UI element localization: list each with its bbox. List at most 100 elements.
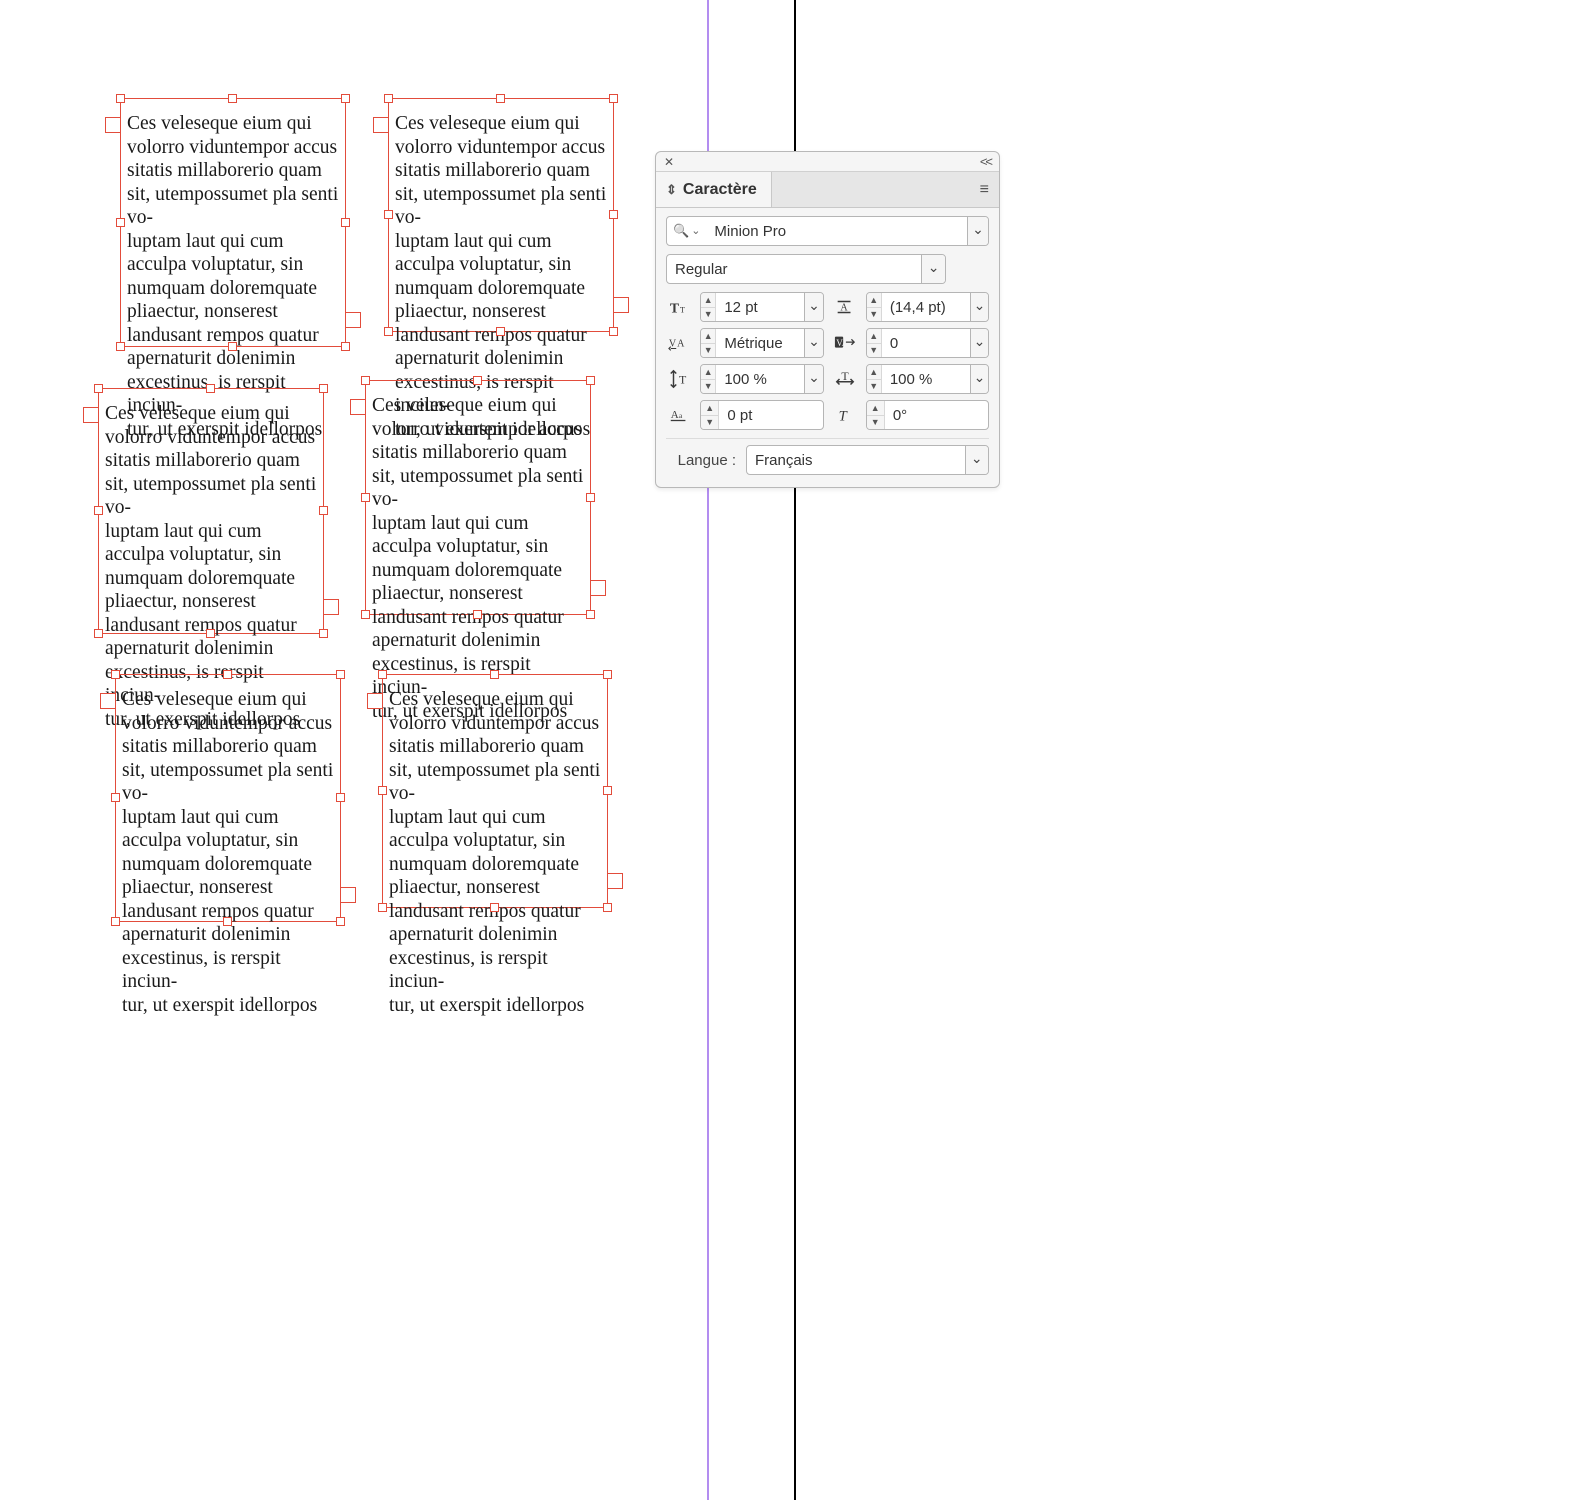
resize-handle[interactable] bbox=[228, 94, 237, 103]
resize-handle[interactable] bbox=[341, 94, 350, 103]
dropdown-icon[interactable] bbox=[967, 217, 988, 245]
font-family-field[interactable] bbox=[666, 216, 989, 246]
panel-titlebar[interactable] bbox=[656, 152, 999, 172]
character-panel[interactable]: Caractère TT ▲▼ bbox=[655, 151, 1000, 488]
resize-handle[interactable] bbox=[384, 210, 393, 219]
resize-handle[interactable] bbox=[586, 376, 595, 385]
resize-handle[interactable] bbox=[336, 670, 345, 679]
resize-handle[interactable] bbox=[223, 670, 232, 679]
resize-handle[interactable] bbox=[319, 506, 328, 515]
resize-handle[interactable] bbox=[361, 610, 370, 619]
tracking-field[interactable]: ▲▼ bbox=[866, 328, 990, 358]
search-icon[interactable] bbox=[667, 223, 706, 239]
expand-icon[interactable] bbox=[666, 181, 677, 199]
resize-handle[interactable] bbox=[111, 917, 120, 926]
text-frame[interactable]: Ces veleseque eium qui volorro viduntemp… bbox=[365, 380, 591, 615]
text-frame[interactable]: Ces veleseque eium qui volorro viduntemp… bbox=[115, 674, 341, 922]
resize-handle[interactable] bbox=[116, 342, 125, 351]
leading-field[interactable]: ▲▼ bbox=[866, 292, 990, 322]
resize-handle[interactable] bbox=[111, 793, 120, 802]
font-style-input[interactable] bbox=[667, 261, 921, 278]
resize-handle[interactable] bbox=[336, 917, 345, 926]
resize-handle[interactable] bbox=[341, 218, 350, 227]
resize-handle[interactable] bbox=[384, 327, 393, 336]
resize-handle[interactable] bbox=[341, 342, 350, 351]
dropdown-icon[interactable] bbox=[970, 365, 988, 393]
text-frame[interactable]: Ces veleseque eium qui volorro viduntemp… bbox=[120, 98, 346, 347]
kerning-input[interactable] bbox=[716, 335, 804, 352]
spinner[interactable]: ▲▼ bbox=[867, 293, 882, 321]
resize-handle[interactable] bbox=[490, 903, 499, 912]
text-frame[interactable]: Ces veleseque eium qui volorro viduntemp… bbox=[98, 388, 324, 634]
resize-handle[interactable] bbox=[94, 384, 103, 393]
in-port[interactable] bbox=[105, 117, 121, 133]
resize-handle[interactable] bbox=[116, 218, 125, 227]
out-port[interactable] bbox=[590, 580, 606, 596]
leading-input[interactable] bbox=[882, 299, 970, 316]
resize-handle[interactable] bbox=[361, 493, 370, 502]
resize-handle[interactable] bbox=[116, 94, 125, 103]
in-port[interactable] bbox=[83, 407, 99, 423]
out-port[interactable] bbox=[607, 873, 623, 889]
close-icon[interactable] bbox=[664, 154, 674, 169]
resize-handle[interactable] bbox=[319, 384, 328, 393]
resize-handle[interactable] bbox=[496, 94, 505, 103]
resize-handle[interactable] bbox=[378, 786, 387, 795]
resize-handle[interactable] bbox=[378, 670, 387, 679]
resize-handle[interactable] bbox=[319, 629, 328, 638]
resize-handle[interactable] bbox=[94, 629, 103, 638]
skew-field[interactable]: ▲▼ bbox=[866, 400, 990, 430]
resize-handle[interactable] bbox=[609, 210, 618, 219]
spinner[interactable]: ▲▼ bbox=[701, 401, 719, 429]
text-frame[interactable]: Ces veleseque eium qui volorro viduntemp… bbox=[382, 674, 608, 908]
in-port[interactable] bbox=[373, 117, 389, 133]
in-port[interactable] bbox=[350, 399, 366, 415]
dropdown-icon[interactable] bbox=[804, 329, 822, 357]
dropdown-icon[interactable] bbox=[965, 446, 988, 474]
vscale-input[interactable] bbox=[716, 371, 804, 388]
resize-handle[interactable] bbox=[473, 376, 482, 385]
skew-input[interactable] bbox=[885, 407, 988, 424]
out-port[interactable] bbox=[323, 599, 339, 615]
resize-handle[interactable] bbox=[111, 670, 120, 679]
panel-menu-icon[interactable] bbox=[970, 172, 999, 207]
font-style-field[interactable] bbox=[666, 254, 946, 284]
resize-handle[interactable] bbox=[603, 786, 612, 795]
spinner[interactable]: ▲▼ bbox=[701, 293, 716, 321]
resize-handle[interactable] bbox=[603, 903, 612, 912]
hscale-field[interactable]: ▲▼ bbox=[866, 364, 990, 394]
spinner[interactable]: ▲▼ bbox=[701, 365, 716, 393]
resize-handle[interactable] bbox=[603, 670, 612, 679]
resize-handle[interactable] bbox=[94, 506, 103, 515]
out-port[interactable] bbox=[340, 887, 356, 903]
font-size-field[interactable]: ▲▼ bbox=[700, 292, 824, 322]
resize-handle[interactable] bbox=[586, 610, 595, 619]
resize-handle[interactable] bbox=[609, 94, 618, 103]
font-size-input[interactable] bbox=[716, 299, 804, 316]
resize-handle[interactable] bbox=[473, 610, 482, 619]
out-port[interactable] bbox=[613, 297, 629, 313]
hscale-input[interactable] bbox=[882, 371, 970, 388]
baseline-input[interactable] bbox=[719, 407, 822, 424]
language-input[interactable] bbox=[747, 452, 965, 469]
dropdown-icon[interactable] bbox=[970, 329, 988, 357]
resize-handle[interactable] bbox=[609, 327, 618, 336]
resize-handle[interactable] bbox=[378, 903, 387, 912]
tab-caractere[interactable]: Caractère bbox=[656, 172, 772, 207]
spinner[interactable]: ▲▼ bbox=[867, 365, 882, 393]
resize-handle[interactable] bbox=[384, 94, 393, 103]
resize-handle[interactable] bbox=[206, 629, 215, 638]
text-frame[interactable]: Ces veleseque eium qui volorro viduntemp… bbox=[388, 98, 614, 332]
dropdown-icon[interactable] bbox=[804, 365, 822, 393]
resize-handle[interactable] bbox=[490, 670, 499, 679]
language-field[interactable] bbox=[746, 445, 989, 475]
baseline-field[interactable]: ▲▼ bbox=[700, 400, 824, 430]
font-family-input[interactable] bbox=[706, 223, 967, 240]
resize-handle[interactable] bbox=[228, 342, 237, 351]
dropdown-icon[interactable] bbox=[804, 293, 822, 321]
dropdown-icon[interactable] bbox=[970, 293, 988, 321]
in-port[interactable] bbox=[100, 693, 116, 709]
dropdown-icon[interactable] bbox=[921, 255, 945, 283]
spinner[interactable]: ▲▼ bbox=[867, 329, 882, 357]
tracking-input[interactable] bbox=[882, 335, 970, 352]
